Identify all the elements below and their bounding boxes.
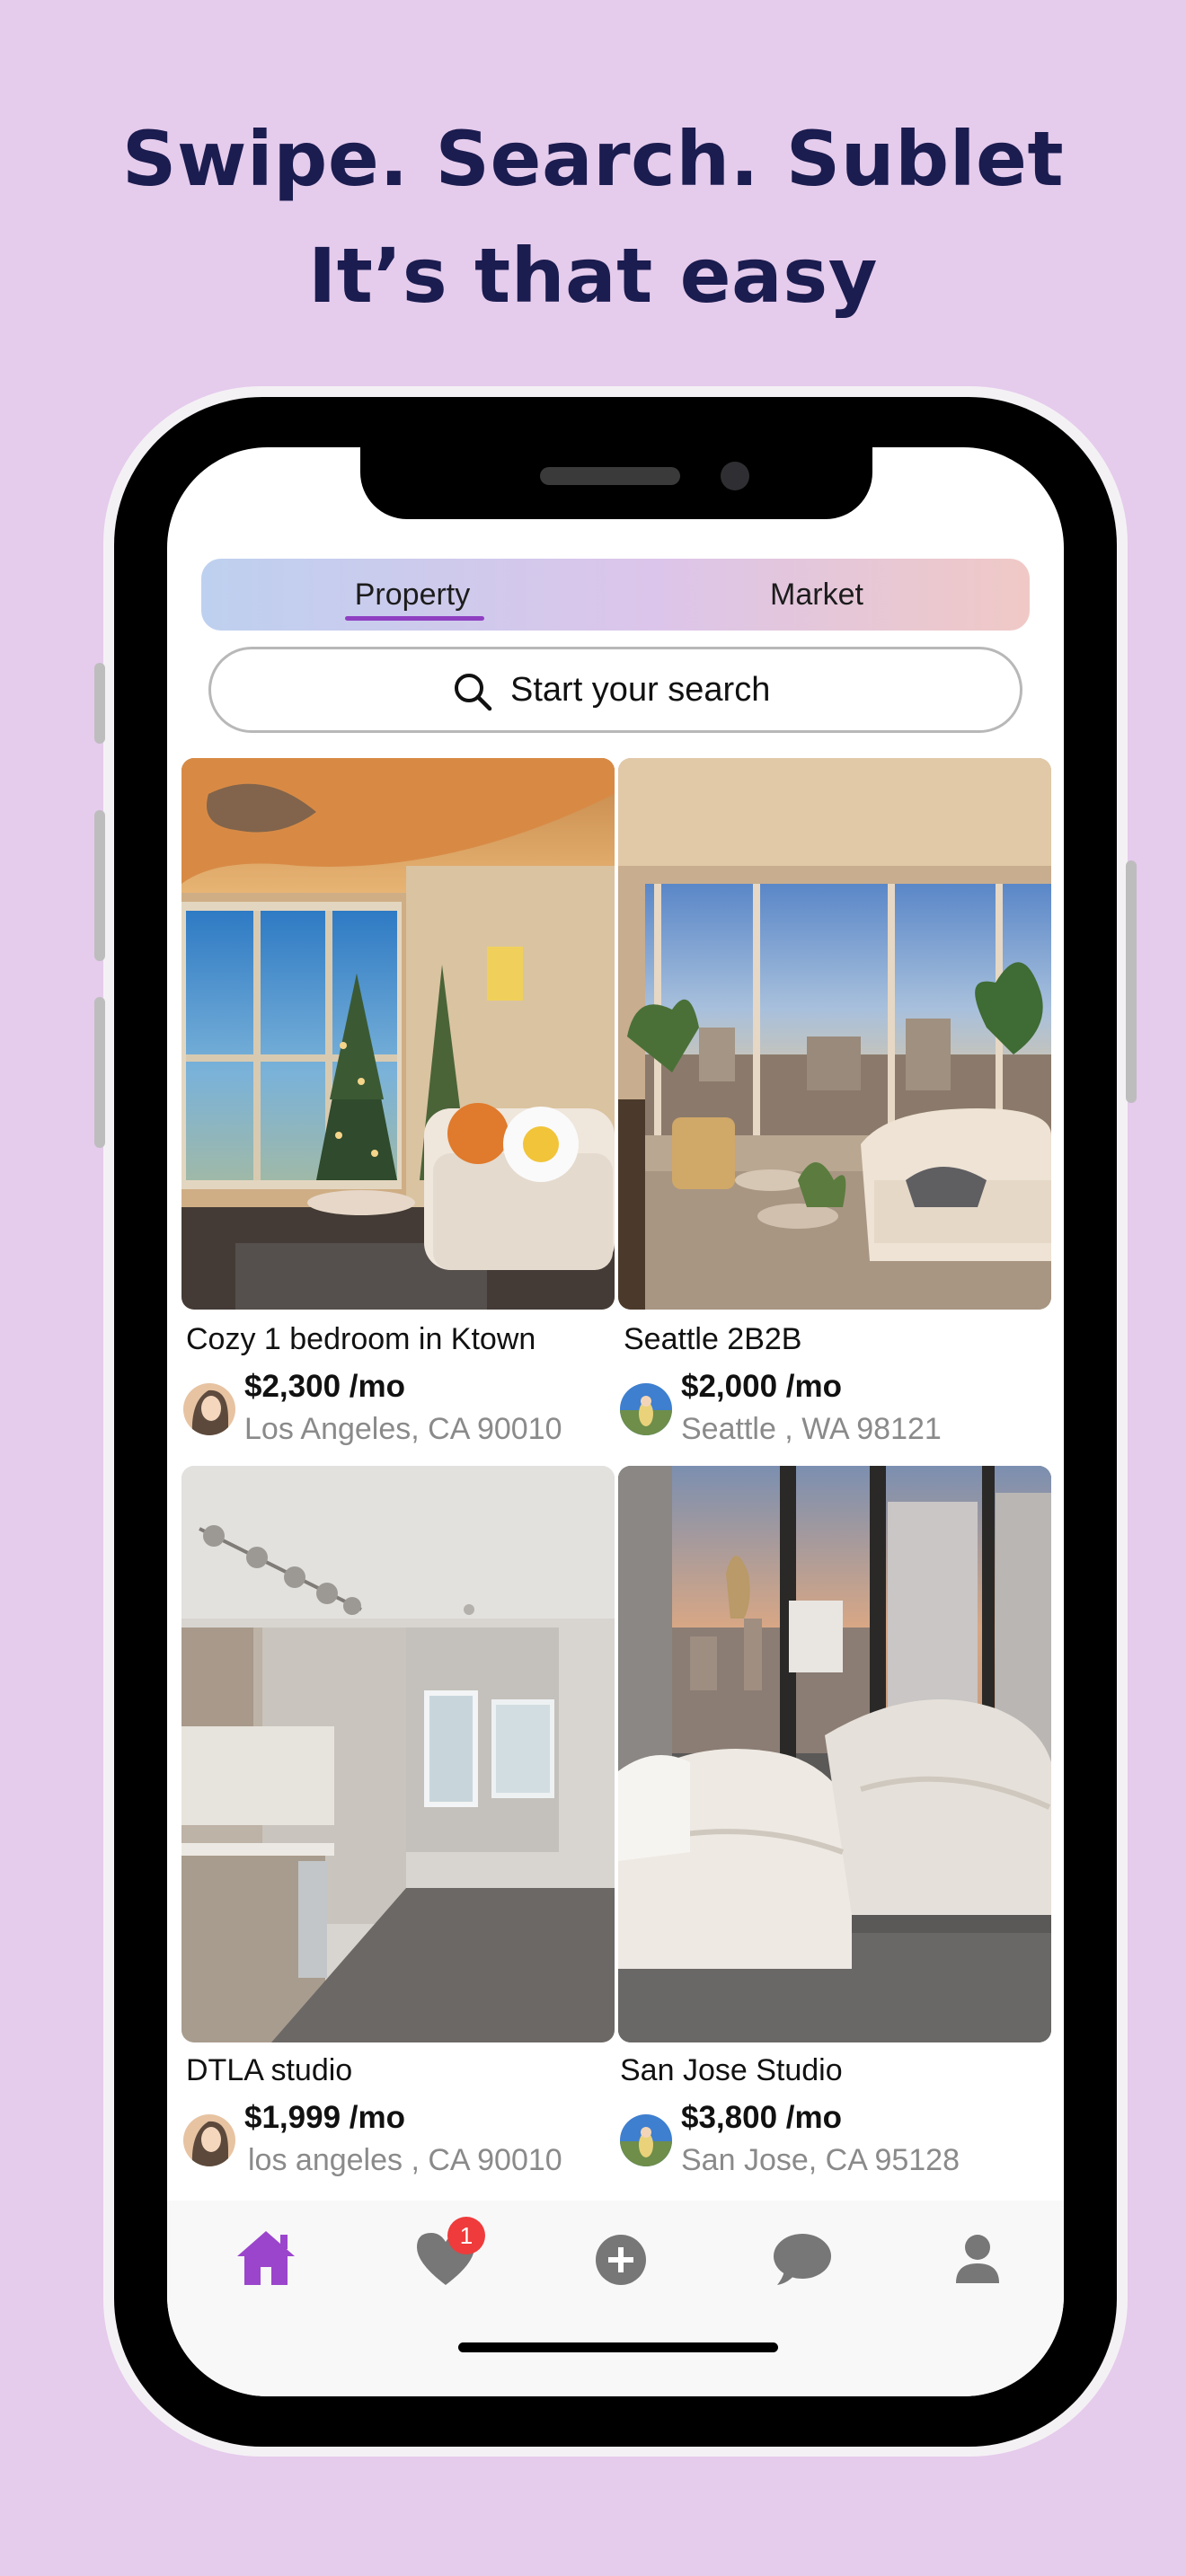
home-indicator[interactable] [458, 2342, 778, 2352]
mute-switch [94, 663, 105, 744]
listing-price: $1,999 /mo [244, 2100, 405, 2135]
host-avatar-image [183, 2114, 235, 2166]
host-avatar-image [183, 1383, 235, 1435]
host-avatar[interactable] [183, 1383, 235, 1435]
home-icon[interactable] [230, 2222, 302, 2294]
bottom-tab-bar: 1 [167, 2201, 1064, 2396]
chat-bubble-icon[interactable] [765, 2222, 836, 2294]
apartment-view-photo [618, 758, 1051, 1310]
listing-photo-1[interactable] [181, 758, 615, 1310]
headline-line-1: Swipe. Search. Sublet [121, 115, 1065, 203]
plus-circle-icon[interactable] [585, 2222, 657, 2294]
search-placeholder: Start your search [510, 671, 771, 709]
listing-location: Los Angeles, CA 90010 [244, 1412, 562, 1446]
listing-photo-4[interactable] [618, 1466, 1051, 2042]
headline-line-2: It’s that easy [307, 232, 878, 320]
search-input[interactable]: Start your search [208, 647, 1022, 733]
power-button [1126, 860, 1137, 1103]
listing-photo-2[interactable] [618, 758, 1051, 1310]
active-tab-indicator [345, 616, 484, 621]
volume-up-button [94, 810, 105, 961]
listing-location: Seattle , WA 98121 [681, 1412, 942, 1446]
volume-down-button [94, 997, 105, 1148]
tab-market[interactable]: Market [713, 559, 920, 631]
host-avatar-image [620, 1383, 672, 1435]
studio-kitchen-photo [181, 1466, 615, 2042]
listing-price: $2,300 /mo [244, 1369, 405, 1404]
listing-price: $2,000 /mo [681, 1369, 842, 1404]
listing-location: San Jose, CA 95128 [681, 2143, 960, 2177]
listing-title[interactable]: Cozy 1 bedroom in Ktown [186, 1322, 535, 1357]
search-icon [455, 674, 492, 711]
listing-photo-3[interactable] [181, 1466, 615, 2042]
host-avatar[interactable] [620, 2114, 672, 2166]
heart-icon[interactable]: 1 [410, 2217, 485, 2294]
listing-title[interactable]: Seattle 2B2B [624, 1322, 801, 1357]
front-camera [721, 462, 749, 490]
segment-tabs: Property Market [201, 559, 1030, 631]
listing-title[interactable]: San Jose Studio [620, 2053, 843, 2088]
host-avatar-image [620, 2114, 672, 2166]
app-screen: Property Market Start your search Cozy 1… [167, 447, 1064, 2396]
favorites-badge: 1 [447, 2217, 485, 2254]
listing-title[interactable]: DTLA studio [186, 2053, 352, 2088]
listing-price: $3,800 /mo [681, 2100, 842, 2135]
listing-location: los angeles , CA 90010 [248, 2143, 562, 2177]
speaker [540, 467, 680, 485]
host-avatar[interactable] [183, 2114, 235, 2166]
host-avatar[interactable] [620, 1383, 672, 1435]
sofa-city-view-photo [618, 1466, 1051, 2042]
living-room-photo [181, 758, 615, 1310]
profile-icon[interactable] [942, 2222, 1013, 2294]
